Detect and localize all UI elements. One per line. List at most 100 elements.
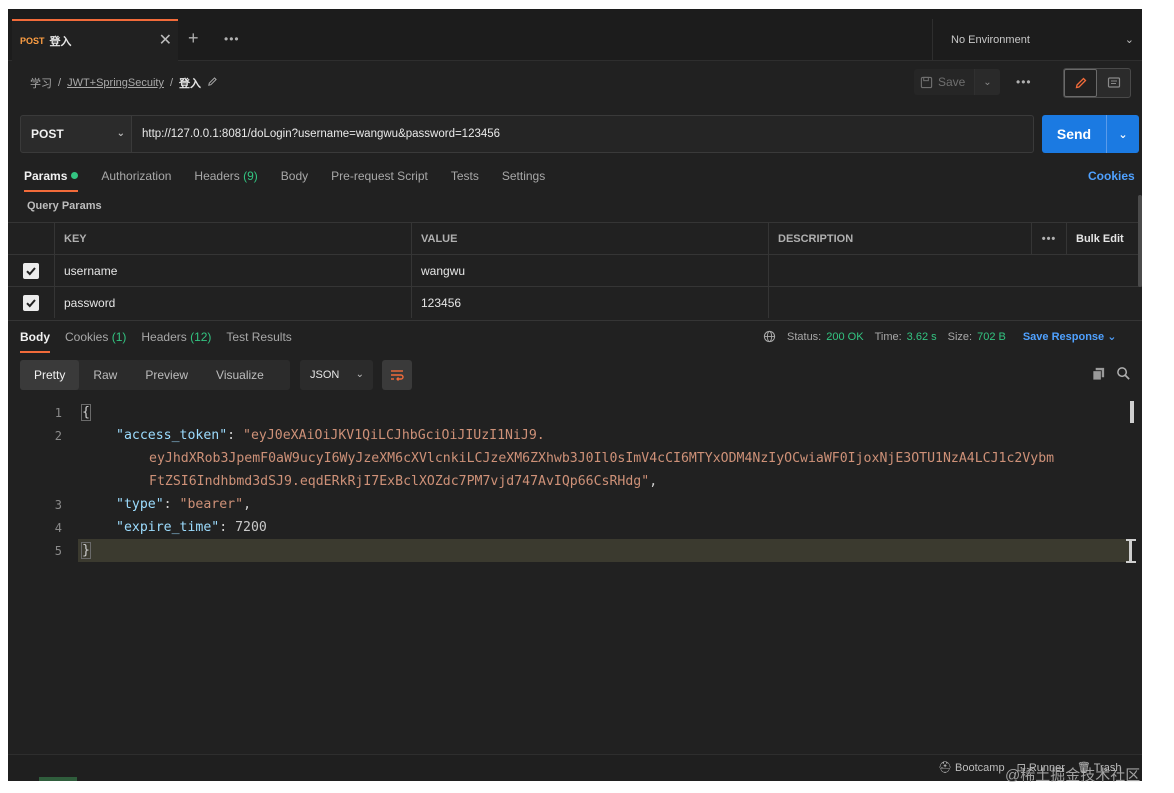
save-button[interactable]: Save [916,69,976,95]
param-value[interactable]: wangwu [411,255,768,286]
tab-body[interactable]: Body [281,169,308,183]
bulk-edit-button[interactable]: Bulk Edit [1066,223,1138,254]
params-table: KEY VALUE DESCRIPTION ••• Bulk Edit user… [8,222,1142,318]
watermark: @稀土掘金技术社区 [1005,767,1141,784]
environment-selector[interactable]: No Environment ⌄ [932,19,1142,61]
search-icon[interactable] [1116,366,1131,384]
json-number: 7200 [235,520,267,535]
cookies-link[interactable]: Cookies [1088,169,1135,183]
response-status: Status: 200 OK Time: 3.62 s Size: 702 B … [763,330,1116,343]
json-colon: : [219,520,236,535]
checkbox-checked-icon[interactable] [23,294,39,311]
param-value[interactable]: 123456 [411,287,768,318]
line-number: 3 [54,497,62,512]
wrap-icon [391,370,404,381]
param-key[interactable]: username [54,255,411,286]
time-value[interactable]: 3.62 s [907,331,937,343]
table-row: password 123456 [8,286,1142,318]
request-tab[interactable]: POST 登入 ✕ [12,19,178,61]
mode-raw[interactable]: Raw [79,360,131,390]
tab-tests[interactable]: Tests [451,169,479,183]
tab-authorization[interactable]: Authorization [101,169,171,183]
table-header: KEY VALUE DESCRIPTION ••• Bulk Edit [8,222,1142,254]
chevron-down-icon: ⌄ [355,369,364,380]
json-string: FtZSI6Indhbmd3dSJ9.eqdERkRjI7ExBclXOZdc7… [149,474,650,489]
chevron-down-icon[interactable]: ⌄ [1106,115,1139,153]
size-label: Size: [947,330,973,343]
response-tab-test-results[interactable]: Test Results [226,330,291,344]
param-description[interactable] [768,287,1031,318]
description-column-header: DESCRIPTION [768,223,1031,254]
send-button[interactable]: Send ⌄ [1042,115,1139,153]
edit-mode-button[interactable] [1064,69,1097,97]
tab-label: Cookies [65,330,109,344]
format-select[interactable]: JSON ⌄ [300,360,373,390]
tab-headers[interactable]: Headers (9) [194,169,257,183]
response-tab-cookies[interactable]: Cookies (1) [65,330,126,344]
wrap-lines-button[interactable] [382,360,412,390]
close-icon[interactable]: ✕ [159,33,172,49]
breadcrumb-request: 登入 [179,78,202,90]
column-options-icon[interactable]: ••• [1031,223,1066,254]
url-input[interactable]: http://127.0.0.1:8081/doLogin?username=w… [131,115,1034,153]
mode-visualize[interactable]: Visualize [202,360,278,390]
environment-label: No Environment [951,34,1030,46]
breadcrumb-collection[interactable]: JWT+SpringSecuity [67,77,164,89]
send-label: Send [1056,126,1092,142]
chevron-down-icon: ⌄ [1107,331,1117,343]
mode-pretty[interactable]: Pretty [20,360,80,390]
save-response-button[interactable]: Save Response ⌄ [1023,330,1117,343]
request-tabs: Params Authorization Headers (9) Body Pr… [24,169,545,192]
json-string: "bearer" [179,497,244,512]
new-tab-icon[interactable]: + [188,29,199,47]
response-divider[interactable] [8,320,1142,321]
breadcrumb-workspace[interactable]: 学习 [30,75,52,91]
breadcrumb-separator: / [169,77,174,89]
code-text: "expire_time": 7200 [116,520,267,535]
checkbox-checked-icon[interactable] [23,262,39,279]
bootcamp-button[interactable]: ⛑ Bootcamp [938,761,1005,774]
more-tabs-icon[interactable]: ••• [224,32,240,46]
more-options-icon[interactable]: ••• [1016,75,1032,89]
response-tab-headers[interactable]: Headers (12) [141,330,211,344]
save-options-chevron[interactable]: ⌄ [974,69,1000,95]
param-description[interactable] [768,255,1031,286]
query-params-title: Query Params [27,200,102,212]
bootcamp-label: Bootcamp [955,762,1005,774]
chevron-down-icon: ⌄ [116,128,125,139]
cookies-count: (1) [111,330,127,344]
view-mode-tabs: Pretty Raw Preview Visualize [20,360,290,390]
docs-mode-button[interactable] [1097,69,1130,97]
key-column-header: KEY [54,223,411,254]
json-comma: , [649,474,658,489]
response-tab-body[interactable]: Body [20,330,50,353]
edit-pencil-icon[interactable] [207,76,218,90]
status-value[interactable]: 200 OK [826,331,863,343]
active-dot-icon [71,172,79,180]
code-line: 2 "access_token": "eyJ0eXAiOiJKV1QiLCJhb… [8,424,1142,447]
status-indicator [39,777,77,781]
params-scrollbar[interactable] [1138,195,1142,287]
copy-icon[interactable] [1091,366,1106,384]
method-select[interactable]: POST ⌄ [20,115,132,153]
mode-preview[interactable]: Preview [131,360,202,390]
status-label: Status: [787,330,822,343]
code-line: 1 { [8,401,1142,424]
param-key[interactable]: password [54,287,411,318]
code-text: } [81,542,91,559]
chevron-down-icon: ⌄ [1124,34,1134,46]
json-string: eyJhdXRob3JpemF0aW9ucyI6WyJzeXM6cXVlcnki… [149,451,1055,466]
tab-pre-request-script[interactable]: Pre-request Script [331,169,428,183]
tab-params[interactable]: Params [24,169,79,192]
response-body-editor[interactable]: 1 { 2 "access_token": "eyJ0eXAiOiJKV1QiL… [8,399,1142,569]
comment-icon [1107,77,1120,88]
json-colon: : [227,428,244,443]
view-mode-toggle [1063,68,1131,98]
globe-icon[interactable] [763,330,776,343]
postman-window: POST 登入 ✕ + ••• No Environment ⌄ 学习 / JW… [8,9,1142,781]
line-number: 4 [54,520,62,535]
size-value[interactable]: 702 B [977,331,1006,343]
tab-settings[interactable]: Settings [502,169,545,183]
code-line: 4 "expire_time": 7200 [8,516,1142,539]
editor-scrollbar[interactable] [1130,401,1134,423]
